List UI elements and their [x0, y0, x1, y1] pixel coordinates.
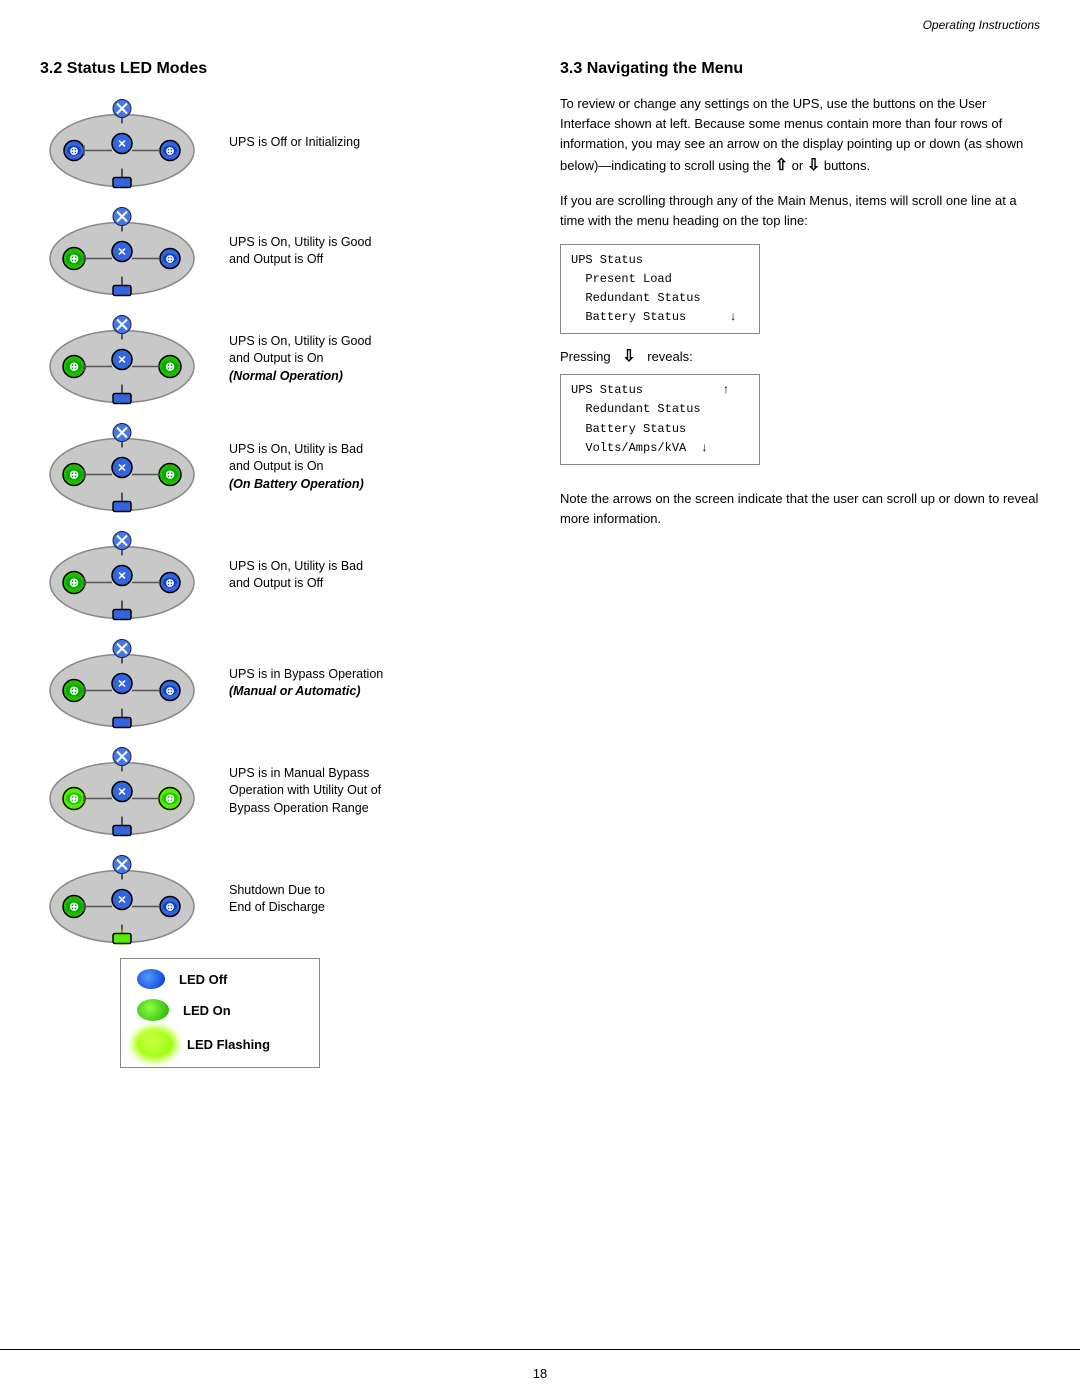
svg-text:⊕: ⊕ [165, 146, 174, 158]
ups-row-3: ⊕ ⊕ ✕ UPS is On, Utility is Goodand Outp… [40, 310, 520, 408]
ups-label-6: UPS is in Bypass Operation(Manual or Aut… [229, 666, 383, 701]
ups-row-1: ⊕ ⊕ ✕ [40, 94, 520, 192]
ups-row-8: ⊕ ⊕ ✕ Shutdown Due toEnd of [40, 850, 520, 948]
section-32-title: 3.2 Status LED Modes [40, 60, 520, 78]
svg-text:⊕: ⊕ [69, 360, 79, 374]
header-text: Operating Instructions [923, 18, 1040, 32]
svg-text:⊕: ⊕ [69, 146, 78, 158]
svg-text:⊕: ⊕ [69, 252, 79, 266]
ups-row-7: ⊕ ⊕ ✕ UPS is in Manual BypassOperation [40, 742, 520, 840]
svg-text:⊕: ⊕ [165, 902, 174, 914]
svg-text:✕: ✕ [117, 679, 126, 691]
section-33-title: 3.3 Navigating the Menu [560, 60, 1040, 78]
pressing-line: Pressing ⇩ reveals: [560, 346, 1040, 366]
ups-diagram-2: ⊕ ⊕ ✕ [40, 202, 215, 300]
left-column: 3.2 Status LED Modes ⊕ [40, 40, 520, 1068]
ups-diagram-5: ⊕ ⊕ ✕ [40, 526, 215, 624]
svg-text:✕: ✕ [117, 571, 126, 583]
svg-text:✕: ✕ [117, 355, 126, 367]
led-off-label: LED Off [179, 972, 227, 987]
svg-text:✕: ✕ [117, 787, 126, 799]
svg-text:⊕: ⊕ [165, 792, 175, 806]
svg-text:✕: ✕ [117, 139, 126, 151]
svg-text:✕: ✕ [117, 895, 126, 907]
right-column: 3.3 Navigating the Menu To review or cha… [560, 40, 1040, 1068]
ups-row-5: ⊕ ⊕ ✕ UPS is On, Utility is Badand Outpu… [40, 526, 520, 624]
svg-text:⊕: ⊕ [69, 792, 79, 806]
ups-diagram-1: ⊕ ⊕ ✕ [40, 94, 215, 192]
svg-text:✕: ✕ [117, 463, 126, 475]
menu-box-2: UPS Status ↑ Redundant Status Battery St… [560, 374, 760, 465]
up-arrow-icon: ⇧ [775, 157, 788, 174]
pressing-down-arrow: ⇩ [622, 346, 635, 366]
ups-label-4: UPS is On, Utility is Badand Output is O… [229, 441, 364, 494]
nav-para-2: If you are scrolling through any of the … [560, 191, 1040, 231]
led-off-icon [137, 969, 165, 989]
page-number: 18 [533, 1366, 547, 1381]
ups-label-8: Shutdown Due toEnd of Discharge [229, 882, 325, 917]
led-flash-row: LED Flashing [137, 1031, 303, 1057]
ups-diagram-3: ⊕ ⊕ ✕ [40, 310, 215, 408]
led-on-icon [137, 999, 169, 1021]
page-footer: 18 [0, 1349, 1080, 1397]
ups-row-6: ⊕ ⊕ ✕ UPS is in Bypass Operation(Manual … [40, 634, 520, 732]
ups-label-2: UPS is On, Utility is Goodand Output is … [229, 234, 371, 269]
down-arrow-icon: ⇩ [807, 157, 820, 174]
ups-diagram-7: ⊕ ⊕ ✕ [40, 742, 215, 840]
svg-text:⊕: ⊕ [69, 468, 79, 482]
svg-text:⊕: ⊕ [69, 684, 79, 698]
ups-diagram-4: ⊕ ⊕ ✕ [40, 418, 215, 516]
svg-text:✕: ✕ [117, 247, 126, 259]
svg-text:⊕: ⊕ [69, 576, 79, 590]
ups-row-4: ⊕ ⊕ ✕ UPS is On, Utility is Badand Outp [40, 418, 520, 516]
led-on-row: LED On [137, 999, 303, 1021]
led-legend: LED Off LED On LED Flashing [120, 958, 320, 1068]
page-header: Operating Instructions [0, 0, 1080, 40]
led-on-label: LED On [183, 1003, 231, 1018]
led-off-row: LED Off [137, 969, 303, 989]
led-flash-icon [137, 1031, 173, 1057]
svg-text:⊕: ⊕ [69, 900, 79, 914]
ups-label-1: UPS is Off or Initializing [229, 134, 360, 152]
note-para: Note the arrows on the screen indicate t… [560, 489, 1040, 529]
menu-box-1: UPS Status Present Load Redundant Status… [560, 244, 760, 335]
ups-row-2: ⊕ ⊕ ✕ UPS is On, Utility is Goodand Outp… [40, 202, 520, 300]
nav-para-1: To review or change any settings on the … [560, 94, 1040, 179]
svg-text:⊕: ⊕ [165, 686, 174, 698]
svg-text:⊕: ⊕ [165, 578, 174, 590]
svg-text:⊕: ⊕ [165, 254, 174, 266]
ups-label-3: UPS is On, Utility is Goodand Output is … [229, 333, 371, 386]
svg-text:⊕: ⊕ [165, 360, 175, 374]
svg-text:⊕: ⊕ [165, 468, 175, 482]
ups-label-7: UPS is in Manual BypassOperation with Ut… [229, 765, 381, 818]
ups-diagram-6: ⊕ ⊕ ✕ [40, 634, 215, 732]
ups-label-5: UPS is On, Utility is Badand Output is O… [229, 558, 363, 593]
ups-diagram-8: ⊕ ⊕ ✕ [40, 850, 215, 948]
led-flash-label: LED Flashing [187, 1037, 270, 1052]
